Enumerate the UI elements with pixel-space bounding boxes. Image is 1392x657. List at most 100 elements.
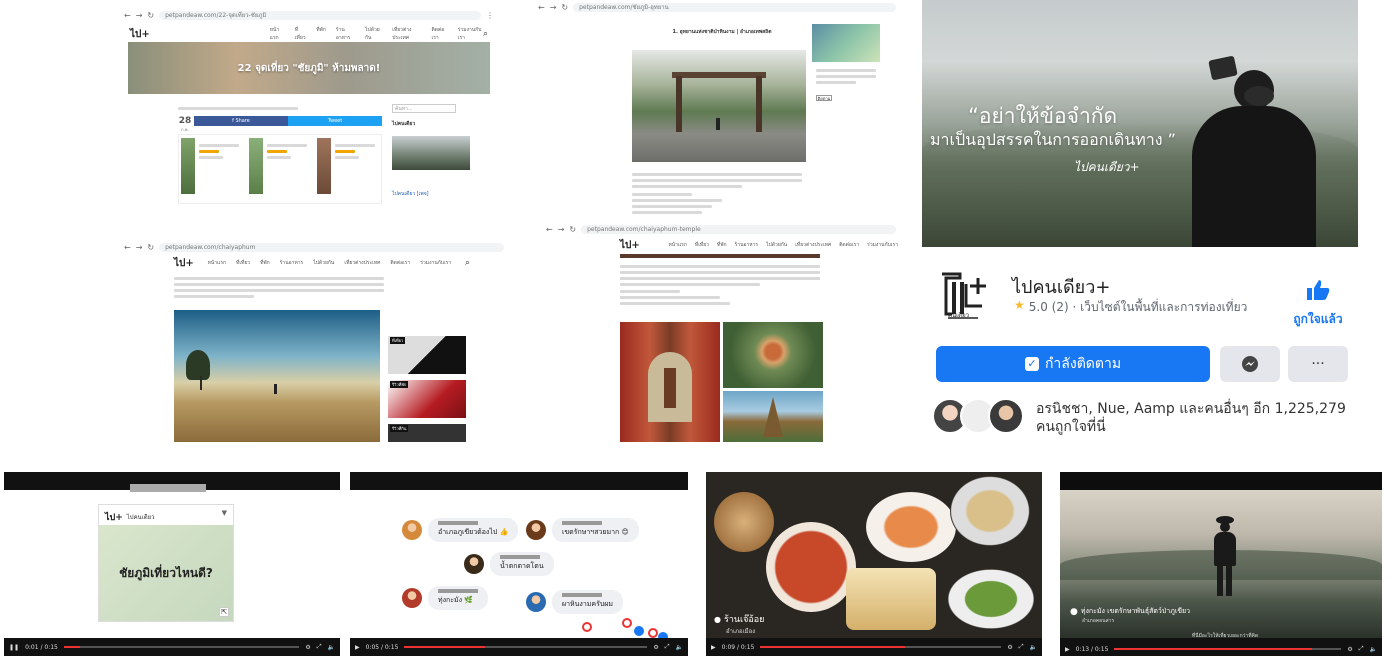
nav-link[interactable]: เที่ยวต่างประเทศ — [392, 26, 421, 42]
nav-link[interactable]: ร้านอาหาร — [336, 26, 355, 42]
messenger-button[interactable] — [1220, 346, 1280, 382]
comment-text: น้ำตกตาดโตน — [500, 562, 544, 570]
fullscreen-icon[interactable]: ⤢ — [317, 643, 322, 651]
video-frame-comments: อำเภอภูเขียวต้องไป 👍 เขตรักษาฯสวยมาก 😊 น… — [350, 472, 688, 656]
page-logo[interactable]: คนเดียว — [938, 264, 994, 320]
post-question: ชัยภูมิเที่ยวไหนดี? — [119, 565, 213, 580]
back-icon[interactable]: ← — [538, 3, 545, 12]
extensions-icon[interactable]: ⋮ — [486, 11, 494, 20]
nav-link[interactable]: ที่เที่ยว — [236, 259, 250, 267]
site-nav: หน้าแรก ที่เที่ยว ที่พัก ร้านอาหาร ไปด้ว… — [270, 26, 483, 42]
forward-icon[interactable]: → — [136, 11, 143, 20]
settings-icon[interactable]: ⚙ — [305, 644, 310, 651]
nav-link[interactable]: ไปด้วยกัน — [313, 259, 334, 267]
fullscreen-icon[interactable]: ⤢ — [665, 643, 670, 651]
share-facebook-button[interactable]: f Share — [194, 116, 288, 126]
reload-icon[interactable]: ↻ — [147, 11, 154, 20]
nav-link[interactable]: ร่วมงานกับเรา — [458, 26, 483, 42]
nav-link[interactable]: เที่ยวต่างประเทศ — [795, 241, 831, 249]
share-twitter-button[interactable]: Tweet — [288, 116, 382, 126]
play-icon[interactable]: ▶ — [355, 644, 360, 651]
address-bar[interactable]: petpandeaw.com/ชัยภูมิ-อุทยาน — [573, 2, 896, 12]
video-controls: ▶ 0:13 / 0:15 ⚙ ⤢ 🔈 — [1060, 642, 1382, 656]
more-options-button[interactable]: ··· — [1288, 346, 1348, 382]
search-icon[interactable]: ⌕ — [465, 258, 470, 268]
nav-link[interactable]: หน้าแรก — [208, 259, 226, 267]
reload-icon[interactable]: ↻ — [561, 3, 568, 12]
nav-link[interactable]: ที่พัก — [316, 26, 326, 42]
nav-link[interactable]: ที่พัก — [717, 241, 727, 249]
nav-link[interactable]: ติดต่อเรา — [432, 26, 448, 42]
reload-icon[interactable]: ↻ — [569, 225, 576, 234]
page-avatar: ไป+ — [105, 513, 123, 523]
progress-bar[interactable] — [1114, 648, 1342, 650]
volume-icon[interactable]: 🔈 — [1370, 646, 1377, 653]
play-icon[interactable]: ▶ — [1065, 646, 1070, 653]
comment: อำเภอภูเขียวต้องไป 👍 — [402, 518, 519, 542]
date-month: ก.ค. — [181, 127, 189, 132]
settings-icon[interactable]: ⚙ — [1347, 646, 1352, 653]
site-logo[interactable]: ไป+ — [174, 256, 194, 271]
address-bar[interactable]: petpandeaw.com/22-จุดเที่ยว-ชัยภูมิ — [159, 10, 481, 20]
like-button[interactable]: ถูกใจแล้ว — [1290, 278, 1346, 329]
nav-link[interactable]: ที่พัก — [260, 259, 270, 267]
forward-icon[interactable]: → — [136, 243, 143, 252]
location-district: อำเภอเมือง — [726, 628, 756, 635]
nav-link[interactable]: ไปด้วยกัน — [766, 241, 787, 249]
section-heading: 1. อุทยานแห่งชาติป่าหินงาม | อำเภอเทพสถิ… — [672, 29, 772, 35]
play-icon[interactable]: ▶ — [711, 644, 716, 651]
address-bar[interactable]: petpandeaw.com/chaiyaphum-temple — [581, 224, 896, 234]
nav-link[interactable]: ร่วมงานกับเรา — [420, 259, 451, 267]
back-icon[interactable]: ← — [546, 225, 553, 234]
forward-icon[interactable]: → — [558, 225, 565, 234]
nav-link[interactable]: หน้าแรก — [668, 241, 686, 249]
volume-icon[interactable]: 🔈 — [328, 644, 335, 651]
dropdown-icon[interactable]: ▼ — [222, 509, 227, 517]
nav-link[interactable]: ที่เที่ยว — [295, 26, 306, 42]
like-reaction-icon — [634, 626, 644, 636]
progress-bar[interactable] — [760, 646, 1002, 648]
back-icon[interactable]: ← — [124, 243, 131, 252]
nav-link[interactable]: ไปด้วยกัน — [365, 26, 382, 42]
sidebar-photo — [392, 136, 470, 170]
forward-icon[interactable]: → — [550, 3, 557, 12]
nav-link[interactable]: ร้านอาหาร — [280, 259, 304, 267]
related-card[interactable]: ที่เที่ยว — [388, 336, 466, 374]
reload-icon[interactable]: ↻ — [147, 243, 154, 252]
progress-bar[interactable] — [63, 646, 300, 648]
fullscreen-icon[interactable]: ⤢ — [1359, 645, 1364, 653]
nav-link[interactable]: ติดต่อเรา — [839, 241, 859, 249]
nav-link[interactable]: ร่วมงานกับเรา — [867, 241, 898, 249]
nav-link[interactable]: หน้าแรก — [270, 26, 285, 42]
settings-icon[interactable]: ⚙ — [1007, 644, 1012, 651]
nav-link[interactable]: ร้านอาหาร — [735, 241, 759, 249]
related-card[interactable]: รีวิวที่กิน — [388, 424, 466, 442]
video-controls: ▶ 0:09 / 0:15 ⚙ ⤢ 🔈 — [706, 638, 1042, 656]
address-bar[interactable]: petpandeaw.com/chaiyaphum — [159, 242, 504, 252]
related-card[interactable]: รีวิวที่พัก — [388, 380, 466, 418]
settings-icon[interactable]: ⚙ — [653, 644, 658, 651]
volume-icon[interactable]: 🔈 — [1030, 644, 1037, 651]
page-name[interactable]: ไปคนเดียว+ — [1012, 272, 1110, 301]
expand-icon[interactable]: ⇱ — [219, 607, 229, 617]
fullscreen-icon[interactable]: ⤢ — [1019, 643, 1024, 651]
site-logo[interactable]: ไป+ — [130, 27, 150, 42]
sidebar-follow-button[interactable]: ติดตาม — [816, 95, 832, 101]
browser-bar: ← → ↻ petpandeaw.com/chaiyaphum — [118, 240, 510, 254]
volume-icon[interactable]: 🔈 — [676, 644, 683, 651]
site-logo[interactable]: ไป+ — [620, 238, 640, 253]
friends-like-line: คนถูกใจที่นี่ — [1036, 419, 1106, 435]
back-icon[interactable]: ← — [124, 11, 131, 20]
nav-link[interactable]: ที่เที่ยว — [695, 241, 709, 249]
progress-bar[interactable] — [404, 646, 648, 648]
following-button[interactable]: ✓ กำลังติดตาม — [936, 346, 1210, 382]
messenger-icon — [1242, 356, 1258, 372]
article-title: 22 จุดเที่ยว "ชัยภูมิ" ห้ามพลาด! — [237, 62, 381, 74]
search-input[interactable]: ค้นหา... — [392, 104, 456, 113]
pause-icon[interactable]: ❚❚ — [9, 644, 19, 651]
search-icon[interactable]: ⌕ — [483, 29, 488, 39]
love-reaction-icon — [582, 622, 592, 632]
nav-link[interactable]: ติดต่อเรา — [390, 259, 410, 267]
sidebar-link[interactable]: ไปคนเดียว [เพจ] — [392, 190, 429, 198]
nav-link[interactable]: เที่ยวต่างประเทศ — [344, 259, 380, 267]
